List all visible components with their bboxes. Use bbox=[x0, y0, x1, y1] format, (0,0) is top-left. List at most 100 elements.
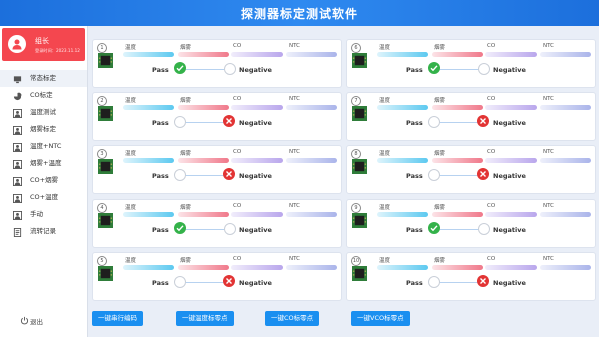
sensor-label: 温度 bbox=[125, 151, 137, 157]
menu-item-9[interactable]: 手动 bbox=[0, 206, 87, 223]
sensor-bar bbox=[377, 158, 428, 163]
menu-item-2[interactable]: CO标定 bbox=[0, 87, 87, 104]
sensor-bar bbox=[432, 265, 483, 270]
sensor-label: 温度 bbox=[379, 98, 391, 104]
device-card-9: 9 温度 烟雾 CO NTC Pass Negative bbox=[346, 199, 596, 248]
sensor-bar bbox=[178, 105, 229, 110]
sensor-label: 温度 bbox=[125, 205, 137, 211]
serial-encode-button[interactable]: 一键串行编码 bbox=[92, 311, 143, 326]
sensor-bar bbox=[178, 52, 229, 57]
sensor-label: NTC bbox=[543, 149, 554, 155]
sensor-bar bbox=[123, 105, 174, 110]
device-number: 9 bbox=[351, 203, 361, 213]
menu-item-label: CO+温度 bbox=[30, 193, 59, 201]
sensor-label: 烟雾 bbox=[434, 151, 446, 157]
menu-item-6[interactable]: 烟雾+温度 bbox=[0, 155, 87, 172]
pass-label: Pass bbox=[152, 226, 169, 234]
negative-indicator bbox=[477, 115, 489, 127]
menu-item-10[interactable]: 流转记录 bbox=[0, 223, 87, 240]
circuit-board-icon bbox=[98, 106, 113, 121]
sensor-bar bbox=[123, 265, 174, 270]
sensor-label: CO bbox=[487, 43, 496, 49]
pass-label: Pass bbox=[152, 66, 169, 74]
co-zero-button[interactable]: 一键CO标零点 bbox=[265, 311, 320, 326]
circuit-board-icon bbox=[352, 106, 367, 121]
pass-indicator bbox=[428, 222, 440, 234]
pass-indicator bbox=[174, 222, 186, 234]
sensor-bar bbox=[231, 265, 283, 270]
sensor-label: NTC bbox=[289, 256, 300, 262]
sensor-bar bbox=[377, 265, 428, 270]
avatar bbox=[8, 35, 26, 53]
menu-item-3[interactable]: 温度测试 bbox=[0, 104, 87, 121]
menu-item-1[interactable]: 常态标定 bbox=[0, 70, 87, 87]
negative-label: Negative bbox=[239, 172, 272, 180]
menu-item-4[interactable]: 烟雾标定 bbox=[0, 121, 87, 138]
negative-label: Negative bbox=[493, 119, 526, 127]
person-icon bbox=[13, 176, 22, 186]
circuit-board-icon bbox=[98, 159, 113, 174]
sensor-label: 烟雾 bbox=[434, 258, 446, 264]
pass-indicator bbox=[174, 276, 186, 288]
pass-indicator bbox=[428, 62, 440, 74]
sensor-label: 烟雾 bbox=[180, 205, 192, 211]
negative-indicator bbox=[223, 275, 235, 287]
menu-item-label: CO+烟雾 bbox=[30, 176, 59, 184]
negative-indicator bbox=[223, 115, 235, 127]
sensor-bar bbox=[432, 158, 483, 163]
sensor-bar bbox=[123, 158, 174, 163]
sensor-label: NTC bbox=[543, 256, 554, 262]
monitor-icon bbox=[13, 74, 22, 84]
menu-item-label: 流转记录 bbox=[30, 227, 56, 235]
menu-item-label: CO标定 bbox=[30, 91, 53, 99]
negative-indicator bbox=[478, 63, 490, 75]
menu-item-label: 常态标定 bbox=[30, 74, 56, 82]
menu-item-8[interactable]: CO+温度 bbox=[0, 189, 87, 206]
pass-label: Pass bbox=[406, 66, 423, 74]
menu-item-7[interactable]: CO+烟雾 bbox=[0, 172, 87, 189]
login-time: 登录时间：2023.11.12 bbox=[35, 48, 80, 53]
menu-item-label: 烟雾+温度 bbox=[30, 159, 62, 167]
sensor-bar bbox=[231, 212, 283, 217]
sidebar: 组长 登录时间：2023.11.12 常态标定 CO标定 温度测试 烟雾标定 温度+NT… bbox=[0, 26, 88, 337]
sensor-bar bbox=[377, 212, 428, 217]
menu-item-label: 烟雾标定 bbox=[30, 125, 56, 133]
menu-item-label: 温度测试 bbox=[30, 108, 56, 116]
person-icon bbox=[13, 159, 22, 169]
vco-zero-button[interactable]: 一键VCO标零点 bbox=[351, 311, 410, 326]
sensor-label: 烟雾 bbox=[434, 45, 446, 51]
side-menu: 常态标定 CO标定温度测试烟雾标定温度+NTC 烟雾+温度 CO+烟雾 CO+温度手动流… bbox=[0, 70, 87, 240]
sensor-bar bbox=[286, 212, 337, 217]
circuit-board-icon bbox=[352, 159, 367, 174]
sensor-label: NTC bbox=[289, 96, 300, 102]
sensor-label: 温度 bbox=[379, 45, 391, 51]
device-number: 7 bbox=[351, 96, 361, 106]
negative-indicator bbox=[478, 223, 490, 235]
device-card-2: 2 温度 烟雾 CO NTC Pass Negative bbox=[92, 92, 342, 141]
pass-label: Pass bbox=[406, 226, 423, 234]
pass-label: Pass bbox=[406, 172, 423, 180]
negative-label: Negative bbox=[493, 66, 526, 74]
sensor-bar bbox=[231, 105, 283, 110]
sensor-bar bbox=[231, 158, 283, 163]
negative-label: Negative bbox=[239, 279, 272, 287]
sensor-label: CO bbox=[233, 96, 242, 102]
pie-chart-icon bbox=[13, 91, 22, 101]
menu-item-5[interactable]: 温度+NTC bbox=[0, 138, 87, 155]
logout-button[interactable]: 退出 bbox=[20, 316, 43, 326]
sensor-label: 烟雾 bbox=[180, 258, 192, 264]
device-card-7: 7 温度 烟雾 CO NTC Pass Negative bbox=[346, 92, 596, 141]
user-icon bbox=[12, 39, 22, 50]
sensor-label: 烟雾 bbox=[180, 98, 192, 104]
logout-label: 退出 bbox=[30, 318, 43, 326]
device-number: 4 bbox=[97, 203, 107, 213]
sensor-bar bbox=[231, 52, 283, 57]
device-number: 1 bbox=[97, 43, 107, 53]
temp-zero-button[interactable]: 一键温度标零点 bbox=[176, 311, 234, 326]
pass-indicator bbox=[428, 169, 440, 181]
sensor-label: CO bbox=[487, 203, 496, 209]
menu-item-label: 温度+NTC bbox=[30, 142, 62, 150]
person-icon bbox=[13, 193, 22, 203]
negative-indicator bbox=[477, 168, 489, 180]
app-title: 探测器标定测试软件 bbox=[240, 7, 358, 21]
